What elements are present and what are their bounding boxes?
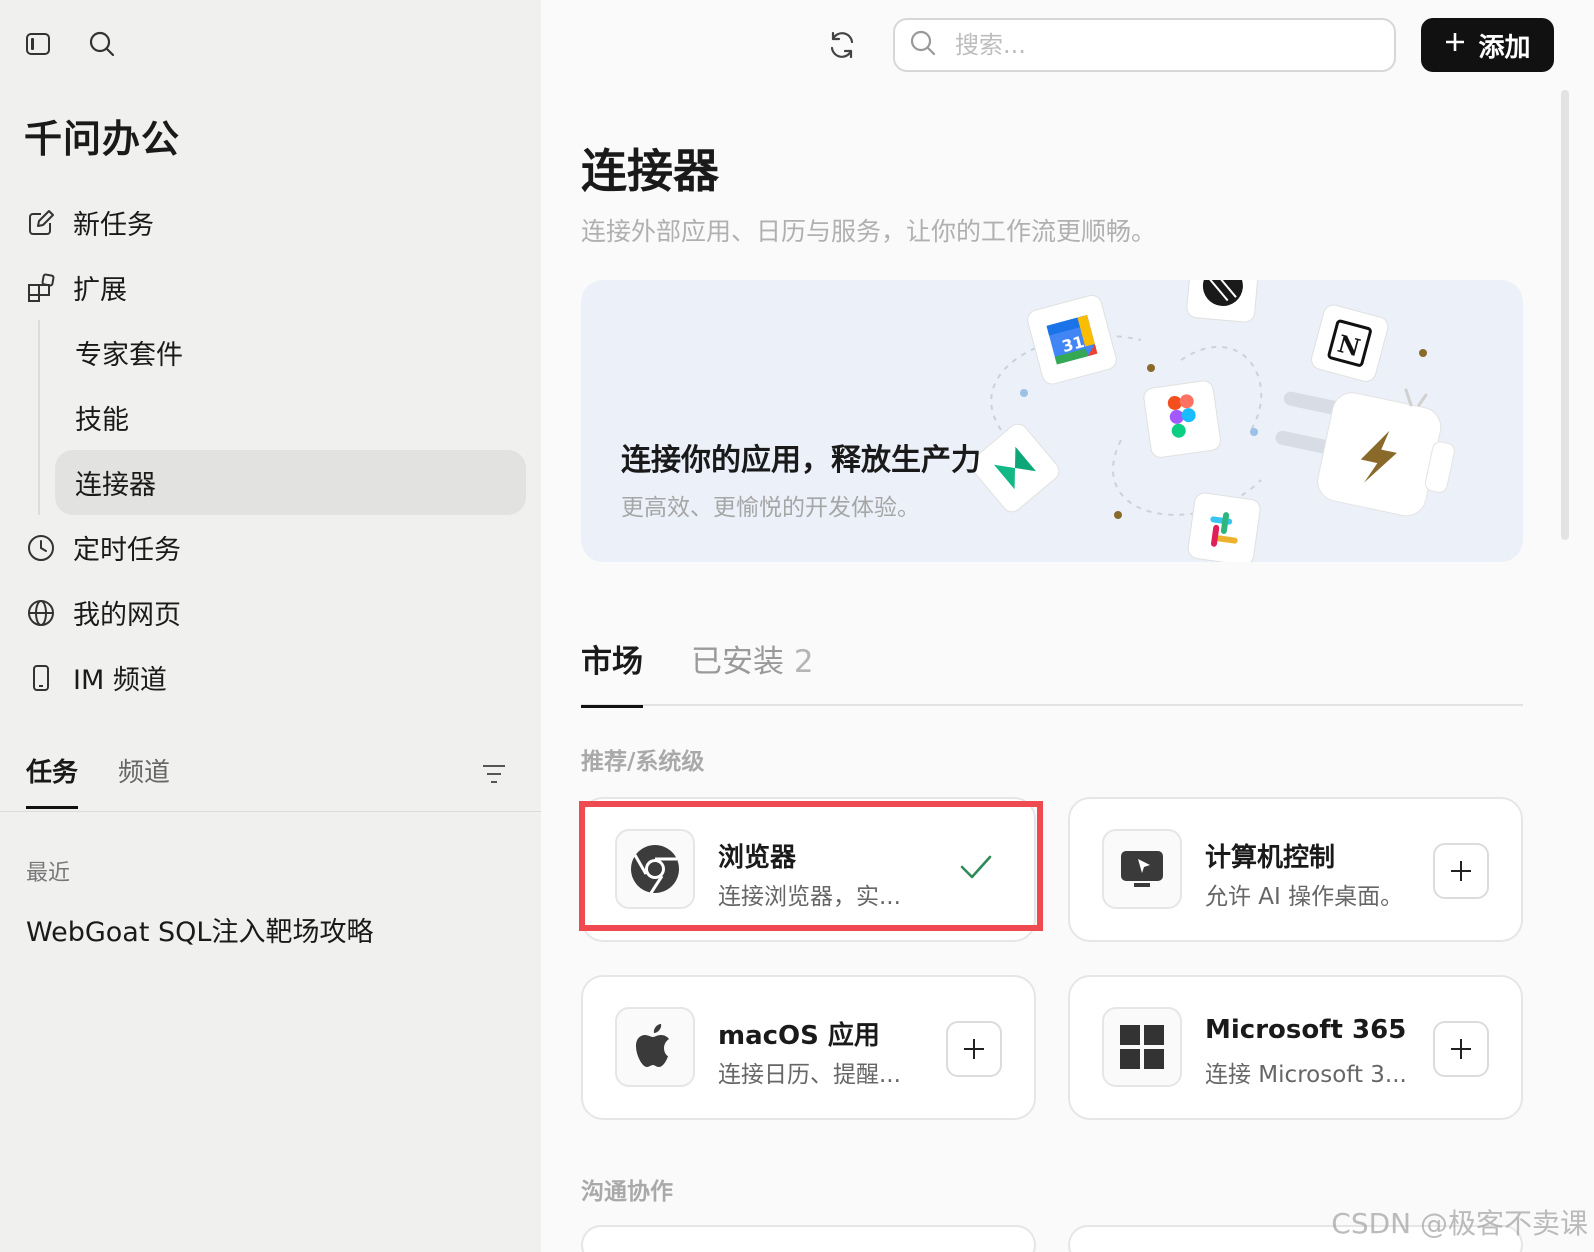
connector-name: Microsoft 365	[1205, 1015, 1407, 1045]
add-connector-button[interactable]	[1433, 1021, 1489, 1077]
plus-icon	[1444, 30, 1466, 60]
nav-new-task[interactable]: 新任务	[24, 190, 526, 255]
plug-icon	[1275, 391, 1455, 517]
plus-icon	[1451, 861, 1471, 881]
nav-im-channels[interactable]: IM 频道	[24, 645, 526, 710]
tab-label: 已安装	[691, 644, 784, 680]
promo-banner: 31 N 连接你的应用，释放生产力 更高效、更愉悦的开发体验。	[581, 280, 1523, 562]
computer-control-icon	[1102, 829, 1182, 909]
calendar-icon: 31	[1027, 294, 1117, 385]
tab-installed[interactable]: 已安装 2	[691, 636, 814, 706]
apple-icon	[615, 1007, 695, 1087]
kanban-app-icon	[970, 423, 1060, 513]
search-box[interactable]	[893, 18, 1396, 72]
sub-item-skills[interactable]: 技能	[55, 385, 526, 450]
nav-scheduled-tasks[interactable]: 定时任务	[24, 515, 526, 580]
extensions-icon	[24, 271, 58, 305]
nav-my-pages[interactable]: 我的网页	[24, 580, 526, 645]
section-label-recommended: 推荐/系统级	[581, 749, 705, 775]
nav-label: 新任务	[73, 210, 154, 241]
windows-icon	[1102, 1007, 1182, 1087]
refresh-icon[interactable]	[827, 30, 857, 64]
search-icon	[909, 29, 937, 61]
sidebar-divider	[0, 811, 541, 812]
banner-title: 连接你的应用，释放生产力	[621, 443, 981, 478]
sidebar-tab-tasks[interactable]: 任务	[26, 752, 79, 809]
installed-count: 2	[793, 644, 814, 680]
sidebar: 千问办公 新任务 扩展 专家套件 技能 连接器 定时任务 我的网页 IM 频道 …	[0, 0, 541, 1252]
tab-market[interactable]: 市场	[581, 636, 643, 708]
search-icon[interactable]	[88, 30, 116, 58]
sidebar-tabs: 任务 频道	[26, 752, 170, 809]
connector-name: 计算机控制	[1205, 843, 1336, 873]
connector-desc: 连接 Microsoft 3...	[1205, 1062, 1407, 1088]
filter-icon[interactable]	[480, 760, 508, 792]
highlight-box	[579, 801, 1043, 931]
edit-icon	[24, 206, 58, 240]
connector-tabs: 市场 已安装 2	[581, 636, 1523, 708]
plus-icon	[964, 1039, 984, 1059]
nav-label: 定时任务	[73, 535, 181, 566]
connector-name: macOS 应用	[718, 1021, 880, 1051]
recent-label: 最近	[26, 861, 71, 886]
notion-icon: N	[1311, 304, 1389, 382]
connector-card-microsoft-365[interactable]: Microsoft 365 连接 Microsoft 3...	[1068, 975, 1523, 1120]
plus-icon	[1451, 1039, 1471, 1059]
app-title: 千问办公	[24, 117, 181, 161]
sub-item-label: 专家套件	[75, 340, 183, 371]
page-subtitle: 连接外部应用、日历与服务，让你的工作流更顺畅。	[581, 217, 1157, 246]
add-connector-button[interactable]	[946, 1021, 1002, 1077]
add-button-label: 添加	[1478, 32, 1531, 63]
sidebar-toggle-icon[interactable]	[24, 30, 52, 58]
main-panel: 添加 连接器 连接外部应用、日历与服务，让你的工作流更顺畅。 31	[541, 0, 1594, 1252]
sidebar-tab-channels[interactable]: 频道	[118, 752, 170, 809]
connector-card-computer-control[interactable]: 计算机控制 允许 AI 操作桌面。	[1068, 797, 1523, 942]
clock-icon	[24, 531, 58, 565]
nav-label: 我的网页	[73, 600, 181, 631]
nav-label: 扩展	[73, 275, 127, 306]
sidebar-nav: 新任务 扩展 专家套件 技能 连接器 定时任务 我的网页 IM 频道	[24, 190, 526, 710]
phone-icon	[24, 661, 58, 695]
extensions-submenu: 专家套件 技能 连接器	[38, 320, 526, 515]
page-title: 连接器	[581, 144, 719, 198]
connector-card-macos[interactable]: macOS 应用 连接日历、提醒...	[581, 975, 1036, 1120]
figma-icon	[1143, 380, 1221, 458]
sub-item-label: 连接器	[75, 470, 156, 501]
connector-desc: 连接日历、提醒...	[718, 1062, 901, 1088]
scrollbar[interactable]	[1561, 90, 1569, 540]
watermark: CSDN @极客不卖课	[1331, 1207, 1588, 1240]
sub-item-label: 技能	[75, 405, 129, 436]
recent-task-item[interactable]: WebGoat SQL注入靶场攻略	[26, 910, 373, 949]
sub-item-connectors[interactable]: 连接器	[55, 450, 526, 515]
slack-icon	[1187, 492, 1261, 562]
tab-label: 市场	[581, 644, 643, 680]
globe-icon	[24, 596, 58, 630]
sub-item-expert-kits[interactable]: 专家套件	[55, 320, 526, 385]
add-button[interactable]: 添加	[1421, 18, 1554, 72]
banner-subtitle: 更高效、更愉悦的开发体验。	[621, 495, 920, 521]
nav-label: IM 频道	[73, 665, 167, 696]
linear-icon	[1186, 280, 1260, 323]
nav-extensions[interactable]: 扩展	[24, 255, 526, 320]
connector-desc: 允许 AI 操作桌面。	[1205, 884, 1404, 910]
search-input[interactable]	[955, 31, 1355, 59]
section-label-collaboration: 沟通协作	[581, 1179, 673, 1205]
add-connector-button[interactable]	[1433, 843, 1489, 899]
connector-card-partial[interactable]	[581, 1225, 1036, 1252]
